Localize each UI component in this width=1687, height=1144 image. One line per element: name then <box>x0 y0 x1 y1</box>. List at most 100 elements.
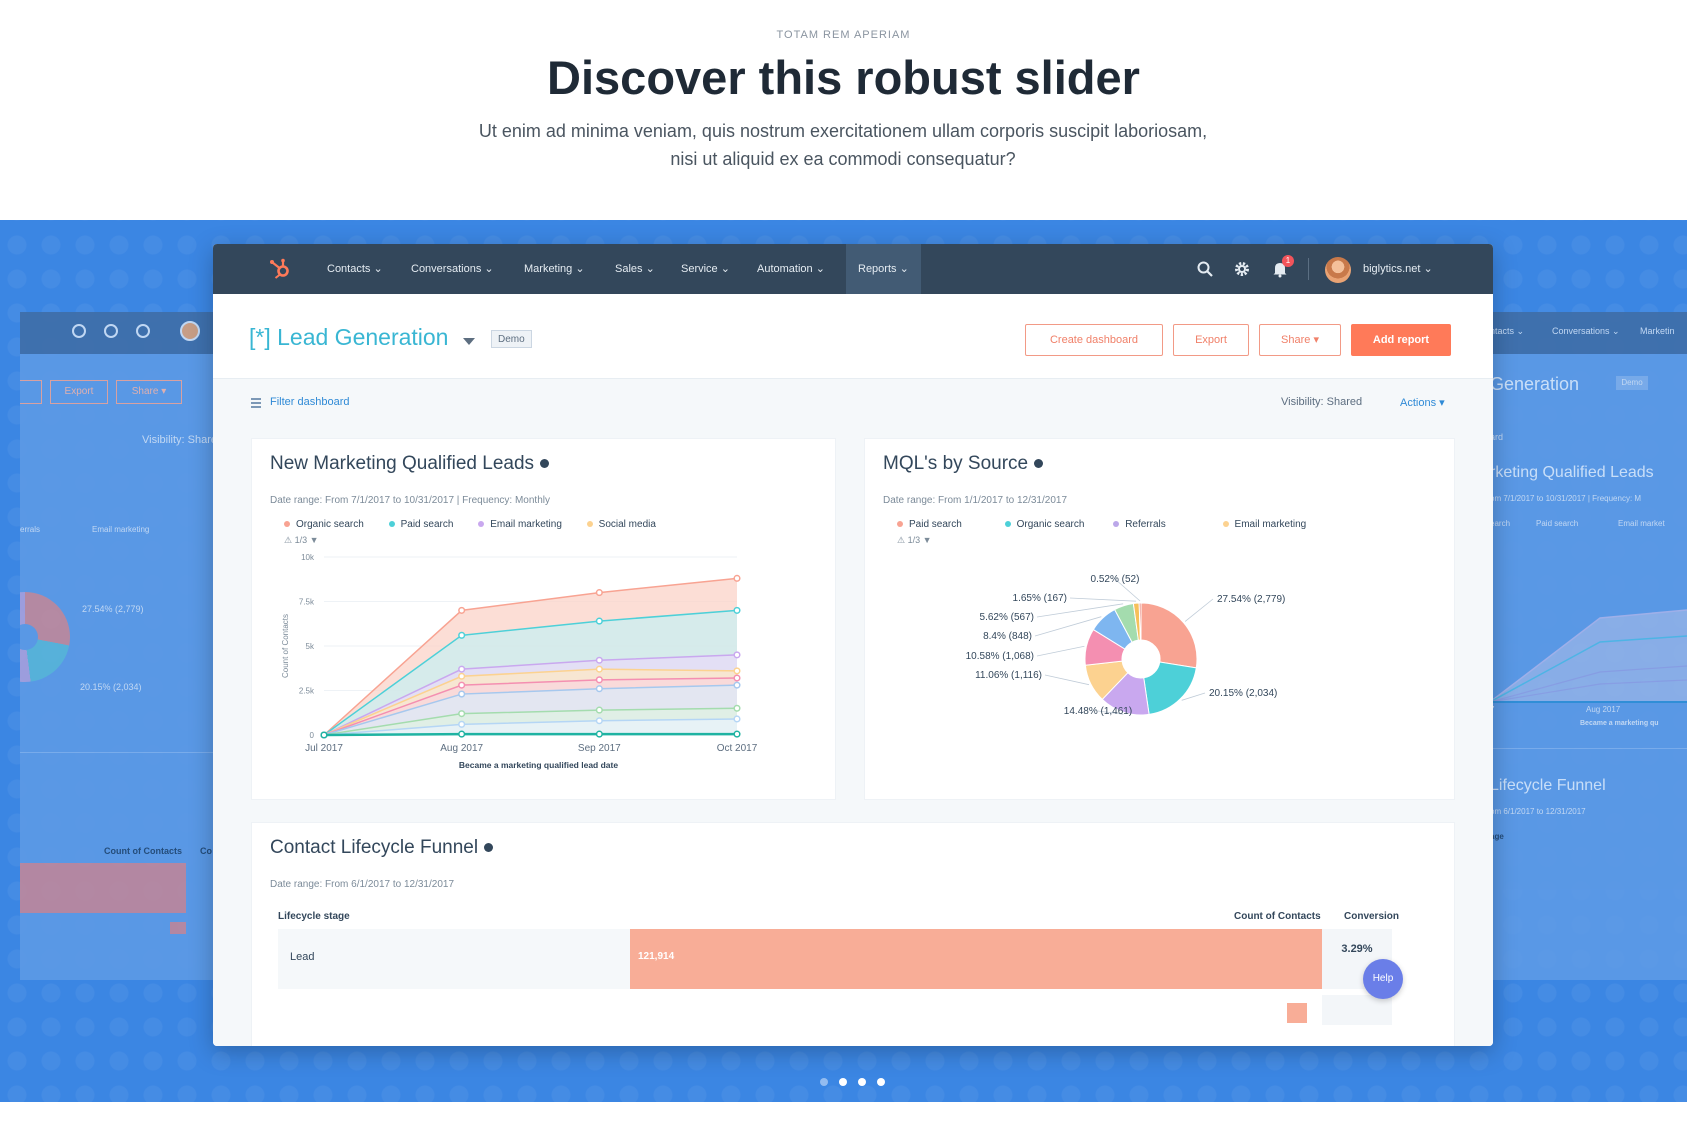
nav-reports[interactable]: Reports ⌄ <box>846 244 921 294</box>
funnel-stage-header: Lifecycle stage <box>278 911 350 922</box>
data-point[interactable] <box>733 715 741 723</box>
data-point[interactable] <box>595 665 603 673</box>
legend-label-social: Social media <box>598 519 656 530</box>
nav-contacts[interactable]: Contacts ⌄ <box>327 244 383 294</box>
next-slide[interactable]: ntacts ⌄ Conversations ⌄ Marketin Genera… <box>1490 312 1687 980</box>
mql-area-chart: 0 2.5k 5k 7.5k 10k Count of Contacts Jul 2017 A… <box>281 553 758 770</box>
data-point[interactable] <box>458 606 466 614</box>
actions-dropdown[interactable]: Actions ▾ <box>1400 396 1445 409</box>
dashboard-title[interactable]: [*] Lead Generation <box>249 324 448 351</box>
info-icon[interactable] <box>540 459 550 469</box>
data-point[interactable] <box>458 672 466 680</box>
previous-slide-pct-a: 27.54% (2,779) <box>82 604 144 614</box>
next-slide-legend-a: earch <box>1490 519 1511 528</box>
data-point[interactable] <box>458 730 466 738</box>
data-point[interactable] <box>595 617 603 625</box>
gear-icon <box>104 324 118 338</box>
slice-leader-line <box>1184 598 1214 622</box>
data-point[interactable] <box>458 690 466 698</box>
table-row[interactable]: Lead 121,914 <box>278 929 1338 989</box>
search-icon[interactable] <box>1196 260 1214 278</box>
chevron-down-icon[interactable] <box>463 338 475 345</box>
slider-dot-3[interactable] <box>858 1078 866 1086</box>
nav-marketing[interactable]: Marketing ⌄ <box>524 244 585 294</box>
next-slide-funnel-meta: om 6/1/2017 to 12/31/2017 <box>1490 807 1586 816</box>
data-point[interactable] <box>458 720 466 728</box>
next-slide-divider <box>1490 748 1687 749</box>
funnel-count-cell: 121,914 <box>638 951 675 962</box>
share-button[interactable]: Share ▾ <box>1259 324 1341 356</box>
nav-sales[interactable]: Sales ⌄ <box>615 244 655 294</box>
data-point[interactable] <box>733 730 741 738</box>
avatar[interactable] <box>1325 257 1351 283</box>
slider-dot-2[interactable] <box>839 1078 847 1086</box>
filter-icon[interactable] <box>251 398 261 408</box>
next-slide-legend-c: Email market <box>1618 519 1665 528</box>
data-point[interactable] <box>733 667 741 675</box>
legend-item-email[interactable]: Email marketing <box>1222 519 1306 530</box>
data-point[interactable] <box>595 730 603 738</box>
info-icon[interactable] <box>484 843 494 853</box>
data-point[interactable] <box>595 656 603 664</box>
legend-item-email[interactable]: Email marketing <box>478 519 562 530</box>
nav-conversations[interactable]: Conversations ⌄ <box>411 244 494 294</box>
next-slide-nav-contacts: ntacts ⌄ <box>1490 326 1525 336</box>
legend-item-referrals[interactable]: Referrals <box>1113 519 1166 530</box>
x-axis-label: Became a marketing qualified lead date <box>459 760 618 770</box>
slice-label: 0.52% (52) <box>1091 574 1140 585</box>
hero-section: TOTAM REM APERIAM Discover this robust s… <box>0 0 1687 220</box>
data-point[interactable] <box>458 631 466 639</box>
legend-item-organic[interactable]: Organic search <box>1004 519 1085 530</box>
legend-item-social[interactable]: Social media <box>586 519 656 530</box>
x-tick-label: Aug 2017 <box>440 743 483 754</box>
data-point[interactable] <box>733 681 741 689</box>
next-slide-panel-title: rketing Qualified Leads <box>1490 464 1654 481</box>
export-button[interactable]: Export <box>1173 324 1249 356</box>
data-point[interactable] <box>733 704 741 712</box>
data-point[interactable] <box>595 589 603 597</box>
series-line <box>323 732 737 737</box>
data-point[interactable] <box>733 674 741 682</box>
y-tick-label: 5k <box>306 642 315 651</box>
slider-dot-1[interactable] <box>820 1078 828 1086</box>
data-point[interactable] <box>320 731 328 739</box>
legend-swatch-paid <box>897 521 903 528</box>
data-point[interactable] <box>733 574 741 582</box>
create-dashboard-button[interactable]: Create dashboard <box>1025 324 1163 356</box>
add-report-button[interactable]: Add report <box>1351 324 1451 356</box>
account-menu[interactable]: biglytics.net ⌄ <box>1363 244 1433 294</box>
donut-slice[interactable] <box>1143 661 1197 715</box>
slider-dot-4[interactable] <box>877 1078 885 1086</box>
nav-service[interactable]: Service ⌄ <box>681 244 730 294</box>
legend-pager[interactable]: ⚠ 1/3 ▼ <box>897 535 932 546</box>
legend-item-paid[interactable]: Paid search <box>388 519 453 530</box>
help-button[interactable]: Help <box>1363 959 1403 999</box>
data-point[interactable] <box>733 651 741 659</box>
hubspot-logo-icon[interactable] <box>269 258 291 280</box>
data-point[interactable] <box>458 710 466 718</box>
data-point[interactable] <box>733 606 741 614</box>
data-point[interactable] <box>595 706 603 714</box>
previous-slide-funnel-bar <box>20 863 186 913</box>
dashboard-card: Contacts ⌄ Conversations ⌄ Marketing ⌄ S… <box>213 244 1493 1046</box>
funnel-bar-next <box>1287 1003 1307 1023</box>
donut-slice[interactable] <box>1140 602 1198 669</box>
slice-label: 5.62% (567) <box>980 612 1034 623</box>
data-point[interactable] <box>458 665 466 673</box>
data-point[interactable] <box>458 681 466 689</box>
mql-source-panel: MQL's by Source Date range: From 1/1/201… <box>864 438 1455 800</box>
legend-item-paid[interactable]: Paid search <box>897 519 962 530</box>
info-icon[interactable] <box>1034 459 1044 469</box>
nav-automation[interactable]: Automation ⌄ <box>757 244 825 294</box>
legend-item-organic[interactable]: Organic search <box>284 519 364 530</box>
legend-label-organic: Organic search <box>1016 519 1085 530</box>
gear-icon[interactable] <box>1233 260 1251 278</box>
mql-source-donut-chart: 27.54% (2,779) 20.15% (2,034) 14.48% (1,46… <box>966 574 1286 717</box>
next-slide-nav-marketing: Marketin <box>1640 326 1675 336</box>
previous-slide[interactable]: Export Share ▾ Visibility: Share errals … <box>20 312 230 980</box>
data-point[interactable] <box>595 685 603 693</box>
next-slide-funnel-title: Lifecycle Funnel <box>1490 777 1606 794</box>
filter-dashboard-link[interactable]: Filter dashboard <box>270 396 350 408</box>
data-point[interactable] <box>595 717 603 725</box>
data-point[interactable] <box>595 676 603 684</box>
